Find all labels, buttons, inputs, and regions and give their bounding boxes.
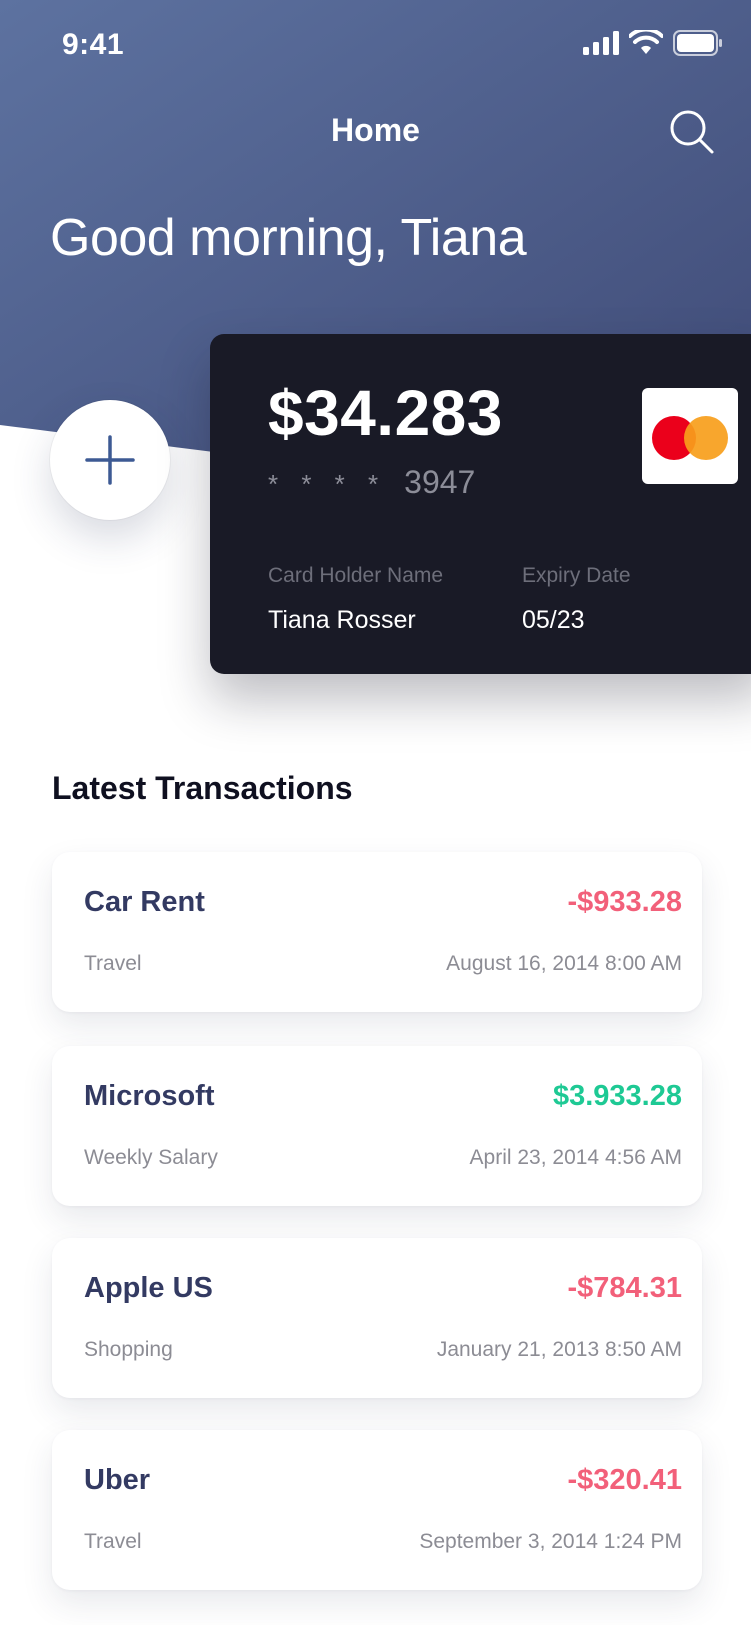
transaction-name: Microsoft (84, 1080, 215, 1112)
card-holder-name: Tiana Rosser (268, 606, 416, 634)
home-screen: 9:41 Home Good morning, Tiana $34.283 * … (0, 0, 751, 1625)
page-title: Home (331, 112, 420, 148)
transaction-amount: $3.933.28 (552, 1080, 682, 1112)
transaction-date: August 16, 2014 8:00 AM (446, 952, 682, 975)
expiry-date-value: 05/23 (522, 606, 585, 634)
search-button[interactable] (668, 108, 716, 156)
transaction-card[interactable]: Microsoft $3.933.28 Weekly Salary April … (52, 1046, 702, 1206)
mastercard-orange-circle (684, 416, 728, 460)
transaction-name: Uber (84, 1464, 151, 1496)
transaction-category: Travel (84, 952, 142, 975)
add-card-button[interactable] (50, 400, 170, 520)
transaction-amount: -$320.41 (567, 1464, 683, 1496)
wifi-icon (629, 30, 663, 54)
transaction-amount: -$933.28 (567, 886, 683, 918)
section-title-transactions: Latest Transactions (52, 770, 353, 806)
battery-icon (673, 30, 722, 56)
transaction-amount: -$784.31 (567, 1272, 683, 1304)
transaction-name: Car Rent (84, 886, 205, 918)
transaction-card[interactable]: Apple US -$784.31 Shopping January 21, 2… (52, 1238, 702, 1398)
status-icons (583, 30, 723, 56)
card-balance: $34.283 (268, 377, 503, 449)
card-number: * * * * 3947 (268, 464, 475, 501)
card-number-last4: 3947 (404, 464, 476, 500)
transaction-date: September 3, 2014 1:24 PM (419, 1530, 682, 1553)
credit-card[interactable]: $34.283 * * * * 3947 Card Holder Name Ti… (210, 334, 751, 674)
cellular-signal-icon (583, 31, 619, 55)
transaction-category: Weekly Salary (84, 1146, 218, 1169)
transaction-card[interactable]: Uber -$320.41 Travel September 3, 2014 1… (52, 1430, 702, 1590)
transaction-name: Apple US (84, 1272, 213, 1304)
card-number-mask: * * * * (268, 469, 387, 499)
transaction-date: January 21, 2013 8:50 AM (436, 1338, 682, 1361)
transaction-date: April 23, 2014 4:56 AM (469, 1146, 682, 1169)
status-bar: 9:41 (0, 0, 751, 92)
plus-icon (85, 435, 135, 485)
mastercard-logo (642, 388, 738, 484)
search-icon (670, 110, 714, 154)
transaction-category: Travel (84, 1530, 142, 1553)
transaction-category: Shopping (84, 1338, 173, 1361)
card-holder-label: Card Holder Name (268, 564, 444, 587)
expiry-date-label: Expiry Date (522, 564, 631, 587)
greeting-text: Good morning, Tiana (50, 209, 527, 267)
transaction-card[interactable]: Car Rent -$933.28 Travel August 16, 2014… (52, 852, 702, 1012)
status-time: 9:41 (62, 28, 125, 61)
